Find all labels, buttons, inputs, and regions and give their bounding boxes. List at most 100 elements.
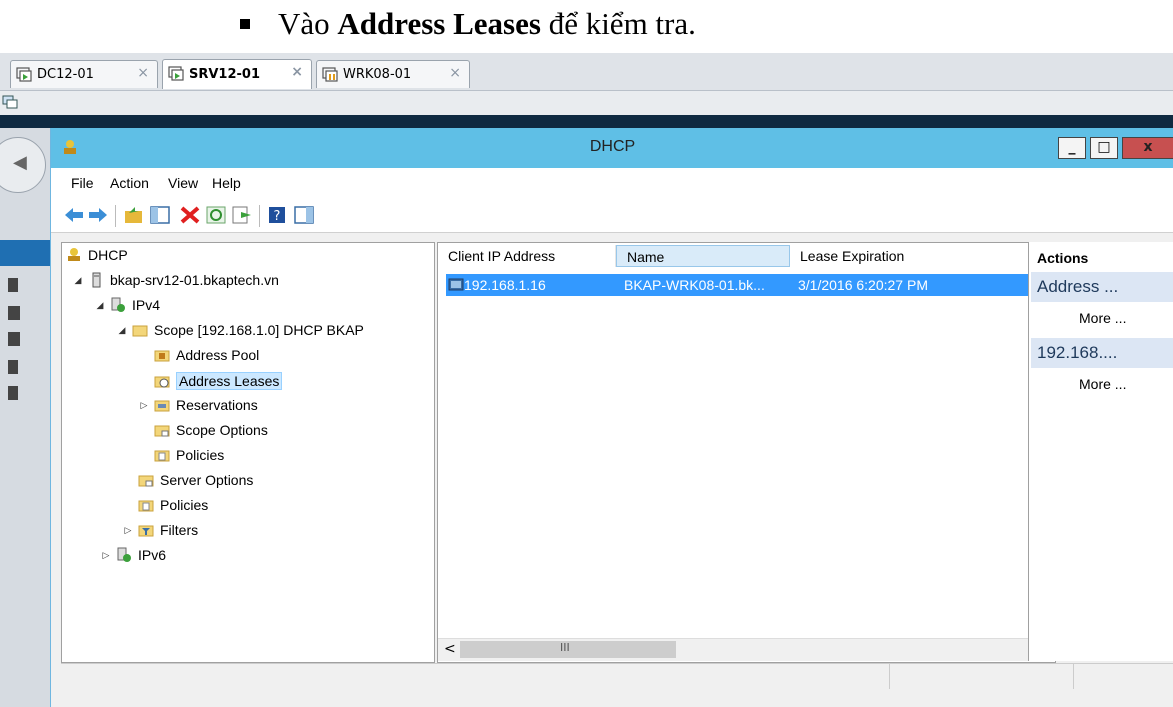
folder-icon xyxy=(132,325,148,337)
column-header-client-ip[interactable]: Client IP Address xyxy=(438,245,616,267)
tree-node-label: Address Leases xyxy=(176,372,283,390)
tree-node-policies[interactable]: Policies xyxy=(154,447,224,463)
action-group-address-leases[interactable]: Address ... xyxy=(1031,272,1173,302)
policies-icon xyxy=(138,500,154,512)
instruction-caption: Vào Address Leases để kiểm tra. xyxy=(240,6,696,42)
tree-node-address-leases[interactable]: Address Leases xyxy=(154,372,283,390)
address-leases-icon xyxy=(154,376,170,388)
server-manager-rail xyxy=(0,128,50,707)
table-row[interactable]: 192.168.1.16 BKAP-WRK08-01.bk... 3/1/201… xyxy=(446,274,1049,296)
scroll-thumb[interactable]: III xyxy=(460,641,676,658)
console-tree: DHCP ◢ bkap-srv12-01.bkaptech.vn ◢ IPv4 … xyxy=(61,242,435,663)
policies-icon xyxy=(154,450,170,462)
back-arrow-icon: ◀ xyxy=(13,152,27,173)
up-folder-icon[interactable] xyxy=(123,205,145,225)
filters-icon xyxy=(138,525,154,537)
tree-node-policies-ipv4[interactable]: Policies xyxy=(138,497,208,513)
tree-node-label: bkap-srv12-01.bkaptech.vn xyxy=(110,272,279,288)
close-icon[interactable]: × xyxy=(137,65,149,81)
tree-node-label: Policies xyxy=(160,497,209,513)
tree-node-label: Reservations xyxy=(176,397,258,413)
tree-node-label: Policies xyxy=(176,447,225,463)
menu-bar: File Action View Help xyxy=(51,168,1173,196)
tree-node-ipv6[interactable]: ▷ IPv6 xyxy=(100,547,166,563)
dhcp-icon xyxy=(68,248,80,261)
tree-node-ipv4[interactable]: ◢ IPv4 xyxy=(94,297,160,313)
vm-icon xyxy=(16,67,32,82)
vm-tab-dc12-01[interactable]: DC12-01 × xyxy=(10,60,158,88)
tree-node-filters[interactable]: ▷ Filters xyxy=(122,522,199,538)
export-list-icon[interactable] xyxy=(231,205,253,225)
scroll-left-button[interactable]: < xyxy=(444,641,456,657)
tree-node-label: IPv6 xyxy=(138,547,167,563)
expand-icon[interactable]: ▷ xyxy=(100,550,112,561)
show-action-pane-icon[interactable] xyxy=(293,205,315,225)
dhcp-window: DHCP _ □ x File Action View Help ? DHCP … xyxy=(50,128,1173,707)
vm-paused-icon xyxy=(322,67,338,82)
column-header-lease-expiration[interactable]: Lease Expiration xyxy=(790,245,1050,267)
tree-node-server-options[interactable]: Server Options xyxy=(138,472,253,488)
status-bar xyxy=(61,663,1173,689)
key-icon[interactable] xyxy=(8,386,18,400)
action-group-lease-item[interactable]: 192.168.... xyxy=(1031,338,1173,368)
close-icon[interactable]: × xyxy=(291,64,303,80)
tree-node-reservations[interactable]: ▷ Reservations xyxy=(138,397,258,413)
collapse-icon[interactable]: ◢ xyxy=(116,325,128,336)
close-icon[interactable]: × xyxy=(449,65,461,81)
address-pool-icon xyxy=(154,350,170,362)
bullet-icon xyxy=(240,18,250,29)
refresh-icon[interactable] xyxy=(205,205,227,225)
tree-node-label: Address Pool xyxy=(176,347,260,363)
tree-node-dhcp[interactable]: DHCP xyxy=(66,247,128,263)
show-hide-tree-icon[interactable] xyxy=(149,205,171,225)
ipv4-icon xyxy=(111,297,125,312)
tools-icon[interactable] xyxy=(8,360,18,374)
actions-pane: Actions Address ... More ... 192.168....… xyxy=(1028,242,1173,661)
action-more[interactable]: More ... xyxy=(1079,310,1126,326)
status-divider xyxy=(1073,664,1074,689)
expand-icon[interactable]: ▷ xyxy=(138,400,150,411)
maximize-button[interactable]: □ xyxy=(1090,137,1118,159)
back-icon[interactable] xyxy=(63,205,85,225)
minimize-button[interactable]: _ xyxy=(1058,137,1086,159)
local-server-icon[interactable] xyxy=(8,306,20,320)
vm-tab-srv12-01[interactable]: SRV12-01 × xyxy=(162,59,312,89)
all-servers-icon[interactable] xyxy=(8,332,20,346)
vm-tab-strip: DC12-01 × SRV12-01 × WRK08-01 × xyxy=(0,53,1173,91)
action-more[interactable]: More ... xyxy=(1079,376,1126,392)
title-bar[interactable]: DHCP _ □ x xyxy=(51,128,1173,168)
toolbar: ? xyxy=(51,196,1173,233)
scroll-thumb-grip: III xyxy=(560,641,570,654)
menu-action[interactable]: Action xyxy=(110,175,149,191)
close-button[interactable]: x xyxy=(1122,137,1173,159)
vm-tab-label: DC12-01 xyxy=(37,67,94,82)
vm-tab-label: WRK08-01 xyxy=(343,67,412,82)
dashboard-icon[interactable] xyxy=(8,278,18,292)
collapse-icon[interactable]: ◢ xyxy=(72,275,84,286)
collapse-icon[interactable]: ◢ xyxy=(94,300,106,311)
tree-node-scope[interactable]: ◢ Scope [192.168.1.0] DHCP BKAP xyxy=(116,322,364,338)
menu-file[interactable]: File xyxy=(71,175,94,191)
reservations-icon xyxy=(154,400,170,412)
console-icon[interactable] xyxy=(2,94,18,110)
delete-icon[interactable] xyxy=(179,205,201,225)
server-icon xyxy=(92,272,101,288)
rail-selected-item[interactable] xyxy=(0,240,50,266)
expand-icon[interactable]: ▷ xyxy=(122,525,134,536)
actions-header: Actions xyxy=(1037,250,1089,266)
menu-view[interactable]: View xyxy=(168,175,198,191)
column-header-name[interactable]: Name xyxy=(616,245,790,267)
tree-node-address-pool[interactable]: Address Pool xyxy=(154,347,259,363)
vm-icon xyxy=(168,66,184,81)
vm-toolbar xyxy=(0,91,1173,115)
tree-node-server[interactable]: ◢ bkap-srv12-01.bkaptech.vn xyxy=(72,272,279,288)
forward-icon[interactable] xyxy=(87,205,109,225)
tree-node-label: Filters xyxy=(160,522,199,538)
horizontal-scrollbar[interactable]: < III > xyxy=(438,638,1053,661)
tree-node-label: DHCP xyxy=(88,247,128,263)
tree-node-scope-options[interactable]: Scope Options xyxy=(154,422,268,438)
help-icon[interactable]: ? xyxy=(267,205,289,225)
vm-tab-wrk08-01[interactable]: WRK08-01 × xyxy=(316,60,470,88)
caption-suffix: để kiểm tra. xyxy=(540,6,696,41)
menu-help[interactable]: Help xyxy=(212,175,241,191)
